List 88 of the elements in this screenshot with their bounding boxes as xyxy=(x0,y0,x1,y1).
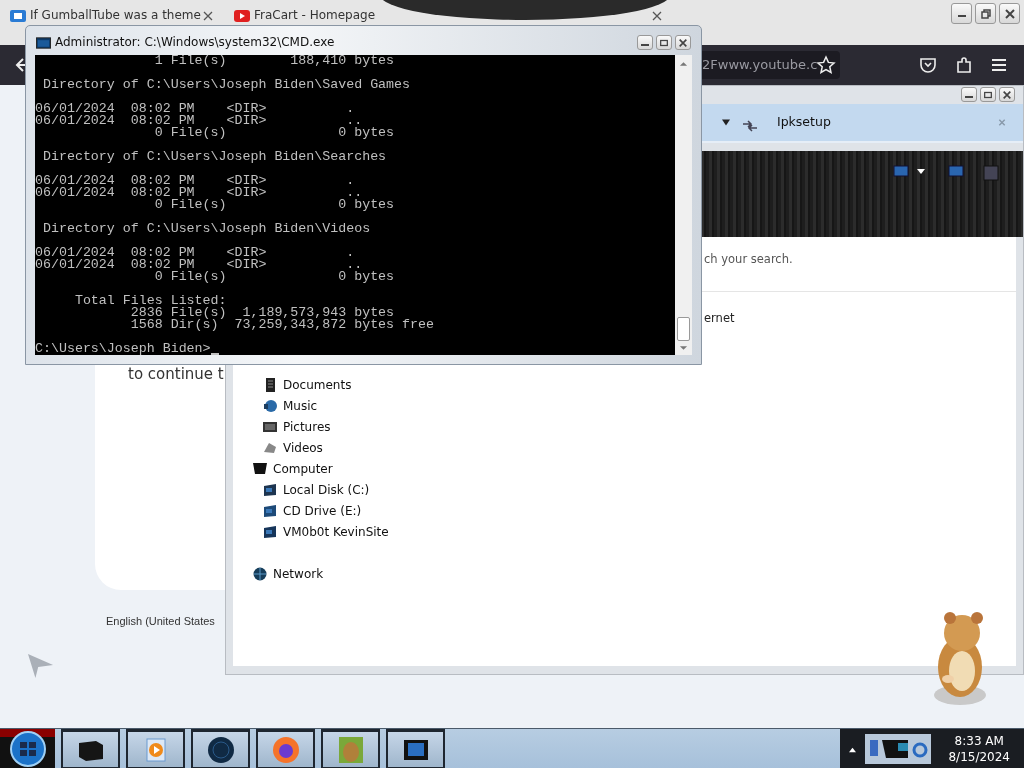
nav-item[interactable]: Local Disk (C:) xyxy=(283,482,370,497)
close-button[interactable] xyxy=(999,87,1015,102)
close-icon[interactable] xyxy=(652,11,662,21)
drive-icon xyxy=(263,482,277,497)
document-icon xyxy=(263,377,277,392)
restore-button[interactable] xyxy=(975,3,996,24)
search-message: ch your search. xyxy=(704,252,793,266)
close-button[interactable] xyxy=(675,35,691,50)
maximize-button[interactable] xyxy=(980,87,996,102)
pocket-icon[interactable] xyxy=(918,55,938,75)
console-line: 06/01/2024 08:02 PM <DIR> . xyxy=(35,103,355,115)
restore-icon xyxy=(979,7,992,20)
taskbar-button[interactable] xyxy=(256,729,315,768)
scroll-thumb[interactable] xyxy=(677,317,690,341)
pane-icon[interactable] xyxy=(948,165,964,177)
clock-date: 8/15/2024 xyxy=(948,749,1010,765)
dropdown-icon[interactable] xyxy=(721,118,731,127)
console-line: Directory of C:\Users\Joseph Biden\Saved Games xyxy=(41,79,411,91)
console-line: Total Files Listed: xyxy=(73,295,227,307)
puzzle-icon[interactable] xyxy=(954,55,974,75)
console-line: 1 File(s) 188,410 bytes xyxy=(153,55,395,67)
music-icon xyxy=(263,398,277,413)
taskbar-button[interactable] xyxy=(126,729,185,768)
send-icon xyxy=(27,653,55,679)
minimize-button[interactable] xyxy=(961,87,977,102)
clock-time: 8:33 AM xyxy=(954,733,1004,749)
console-line: 1568 Dir(s) 73,259,343,872 bytes free xyxy=(129,319,434,331)
close-icon[interactable] xyxy=(203,11,213,21)
console-line: 2836 File(s) 1,189,573,943 bytes xyxy=(129,307,395,319)
maximize-icon xyxy=(983,89,993,100)
console-line: Directory of C:\Users\Joseph Biden\Videos xyxy=(41,223,371,235)
taskbar-button[interactable] xyxy=(61,729,120,768)
console-line: 06/01/2024 08:02 PM <DIR> . xyxy=(35,247,355,259)
console-line: 0 File(s) 0 bytes xyxy=(153,199,395,211)
close-icon xyxy=(1003,7,1016,20)
window-title: Administrator: C:\Windows\system32\CMD.exe xyxy=(55,35,335,49)
console-line: 06/01/2024 08:02 PM <DIR> .. xyxy=(35,259,363,271)
close-button[interactable] xyxy=(999,3,1020,24)
nav-item[interactable]: CD Drive (E:) xyxy=(283,503,362,518)
maximize-icon xyxy=(659,37,669,48)
browser-tab[interactable]: If GumballTube was a theme xyxy=(8,8,216,24)
console-line: Directory of C:\Users\Joseph Biden\Searches xyxy=(41,151,387,163)
drive-icon xyxy=(263,503,277,518)
nav-item[interactable]: Computer xyxy=(273,461,333,476)
address-text: Ipksetup xyxy=(777,114,831,129)
scroll-up-icon[interactable] xyxy=(679,61,688,67)
minimize-button[interactable] xyxy=(951,3,972,24)
nav-item[interactable]: Pictures xyxy=(283,419,331,434)
tray-icons[interactable] xyxy=(865,734,931,764)
scrollbar[interactable] xyxy=(675,55,692,355)
nav-item[interactable]: Videos xyxy=(283,440,323,455)
scroll-down-icon[interactable] xyxy=(679,345,688,351)
nav-item[interactable]: VM0b0t KevinSite xyxy=(283,524,389,539)
minimize-icon xyxy=(965,96,973,98)
drive-icon xyxy=(263,524,277,539)
nav-item[interactable]: Music xyxy=(283,398,318,413)
nav-item[interactable]: Documents xyxy=(283,377,352,392)
console-line: 06/01/2024 08:02 PM <DIR> .. xyxy=(35,187,363,199)
taskbar-button[interactable] xyxy=(191,729,250,768)
minimize-button[interactable] xyxy=(637,35,653,50)
play-icon xyxy=(234,10,250,22)
browser-tab[interactable]: FraCart - Homepage xyxy=(232,8,664,24)
star-icon[interactable] xyxy=(816,55,836,75)
monitor-icon xyxy=(253,461,267,476)
refresh-icon[interactable] xyxy=(741,118,759,134)
view-icon[interactable] xyxy=(893,165,909,177)
close-icon xyxy=(1002,89,1012,100)
console-line: 0 File(s) 0 bytes xyxy=(153,271,395,283)
globe-icon xyxy=(253,566,267,581)
nav-item[interactable]: Network xyxy=(273,566,324,581)
close-icon xyxy=(678,37,688,48)
console-line: 06/01/2024 08:02 PM <DIR> . xyxy=(35,175,355,187)
minimize-icon xyxy=(957,15,966,17)
start-button[interactable] xyxy=(9,731,46,767)
taskbar-button[interactable] xyxy=(321,729,380,768)
nav-item[interactable]: ernet xyxy=(704,311,735,325)
maximize-button[interactable] xyxy=(656,35,672,50)
page-text: to continue t xyxy=(128,366,224,383)
console-line: 06/01/2024 08:02 PM <DIR> .. xyxy=(35,115,363,127)
command-prompt: C:\Users\Joseph Biden> xyxy=(35,343,211,355)
console-line: 0 File(s) 0 bytes xyxy=(153,127,395,139)
console-icon xyxy=(36,37,51,49)
picture-icon xyxy=(263,419,277,434)
globe-icon xyxy=(205,734,236,765)
taskbar-button[interactable] xyxy=(386,729,445,768)
language-link[interactable]: English (United States xyxy=(106,615,215,627)
text-cursor xyxy=(210,353,219,355)
show-hidden-icon[interactable] xyxy=(848,745,857,753)
